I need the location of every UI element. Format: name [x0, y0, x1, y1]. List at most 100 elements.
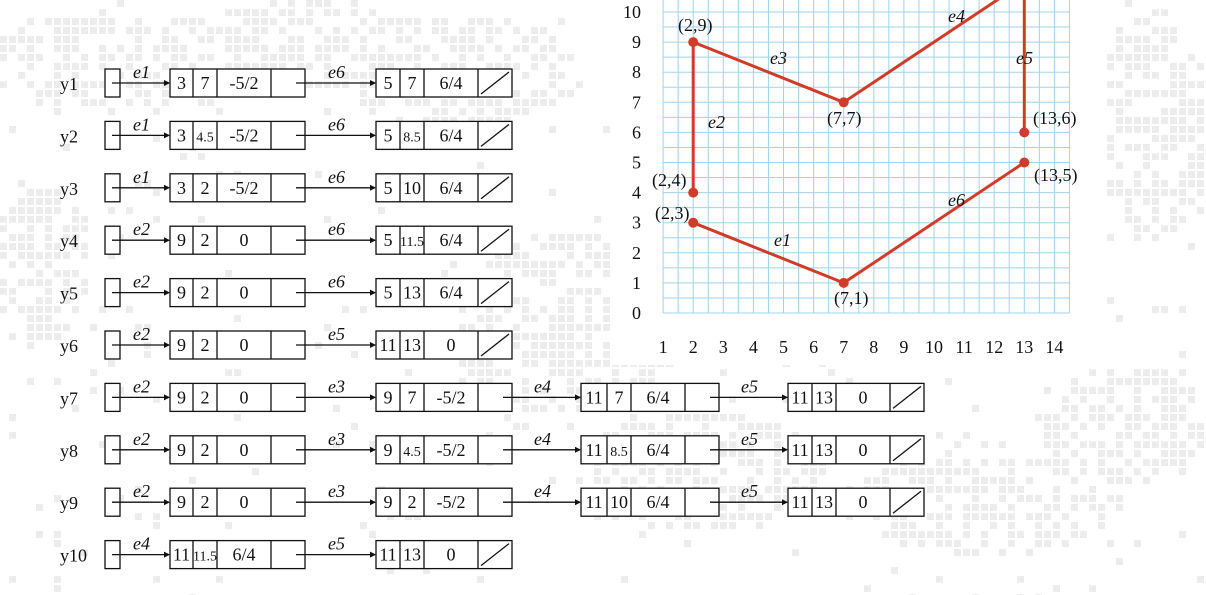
pointer-arrowhead — [370, 342, 376, 348]
node-cell-value: 7 — [615, 387, 624, 407]
node-cell-value: 6/4 — [646, 440, 669, 460]
node-cell-value: 11 — [379, 545, 396, 565]
node-cell-value: 6/4 — [232, 545, 255, 565]
edge-label: e2 — [133, 219, 150, 239]
node-cell-value: -5/2 — [437, 492, 466, 512]
node-cell-value: 6/4 — [646, 492, 669, 512]
node-cell-value: 2 — [201, 335, 210, 355]
vertex-label: (7,1) — [834, 288, 869, 309]
node-cell-value: -5/2 — [230, 125, 259, 145]
edge-label: e1 — [133, 114, 150, 134]
edge-label: e4 — [534, 429, 551, 449]
edge-label: e5 — [741, 481, 758, 501]
y-tick-label: 7 — [632, 92, 641, 112]
node-cell-value: 4.5 — [403, 445, 421, 460]
node-cell-value: 3 — [177, 73, 186, 93]
node-cell-value: -5/2 — [437, 440, 466, 460]
edge-node — [169, 277, 306, 308]
edge-label: e6 — [328, 167, 345, 187]
node-cell-value: 5 — [384, 125, 393, 145]
node-cell-value: 9 — [177, 387, 186, 407]
row-label: y2 — [60, 126, 78, 146]
node-cell-value: 5 — [384, 73, 393, 93]
node-cell-value: 6/4 — [439, 125, 462, 145]
node-cell-value: 11 — [379, 335, 396, 355]
node-cell-value: 7 — [408, 387, 417, 407]
pointer-arrowhead — [370, 184, 376, 191]
node-cell-value: 2 — [201, 178, 210, 198]
node-cell-value: 11 — [585, 440, 602, 460]
pointer-arrowhead — [164, 132, 170, 139]
x-tick-label: 7 — [839, 337, 848, 357]
pointer-arrowhead — [782, 446, 788, 453]
node-cell-value: 0 — [240, 492, 249, 512]
vertex-point — [688, 217, 699, 228]
edge-node — [169, 330, 306, 360]
edge-label: e6 — [328, 62, 345, 82]
x-tick-label: 5 — [779, 337, 788, 357]
node-cell-value: 6/4 — [439, 283, 462, 303]
node-cell-value: 0 — [859, 440, 868, 460]
node-cell-value: 10 — [403, 178, 421, 198]
y-tick-label: 8 — [632, 62, 641, 82]
node-cell-value: 9 — [177, 230, 186, 250]
x-tick-label: 9 — [899, 337, 908, 357]
pointer-arrowhead — [370, 289, 376, 296]
y-tick-label: 0 — [632, 303, 641, 323]
x-tick-label: 6 — [809, 337, 818, 357]
node-cell-value: 7 — [408, 73, 417, 93]
pointer-arrowhead — [164, 394, 170, 401]
pointer-arrowhead — [575, 394, 581, 401]
graph-edge-label: e6 — [948, 190, 965, 210]
edge-label: e4 — [534, 481, 551, 501]
pointer-arrowhead — [164, 499, 170, 506]
y-tick-label: 10 — [623, 2, 641, 22]
node-cell-value: 9 — [384, 492, 393, 512]
edge-label: e4 — [133, 534, 150, 554]
edge-label: e4 — [534, 376, 551, 396]
node-cell-value: 6/4 — [439, 178, 462, 198]
x-tick-label: 1 — [659, 337, 668, 357]
x-tick-label: 2 — [689, 337, 698, 357]
edge-label: e5 — [741, 429, 758, 449]
node-cell-value: 11 — [791, 440, 808, 460]
edge-label: e3 — [328, 481, 345, 501]
edge-node — [169, 487, 306, 517]
node-cell-value: 5 — [384, 178, 393, 198]
node-cell-value: 10 — [610, 492, 628, 512]
pointer-arrowhead — [164, 551, 170, 558]
node-cell-value: 11 — [791, 492, 808, 512]
edge-label: e5 — [328, 534, 345, 554]
node-cell-value: 13 — [403, 335, 421, 355]
x-tick-label: 14 — [1045, 337, 1063, 357]
node-cell-value: 13 — [403, 545, 421, 565]
edge-node — [169, 382, 306, 413]
node-cell-value: 6/4 — [646, 387, 669, 407]
row-label: y6 — [60, 336, 78, 356]
graph-edge-label: e5 — [1016, 48, 1033, 68]
vertex-point — [838, 277, 849, 288]
node-cell-value: 2 — [201, 387, 210, 407]
y-tick-label: 6 — [632, 122, 641, 142]
pointer-arrowhead — [164, 342, 170, 348]
y-tick-label: 2 — [632, 243, 641, 263]
node-cell-value: 5 — [384, 283, 393, 303]
y-tick-label: 5 — [632, 153, 641, 173]
row-label: y7 — [60, 388, 78, 408]
node-cell-value: 9 — [177, 492, 186, 512]
edge-label: e5 — [741, 376, 758, 396]
node-cell-value: 11 — [585, 387, 602, 407]
y-tick-label: 9 — [632, 32, 641, 52]
pointer-arrowhead — [164, 446, 170, 453]
vertex-point — [1019, 127, 1030, 138]
node-cell-value: 0 — [447, 545, 456, 565]
edge-label: e6 — [328, 272, 345, 292]
node-cell-value: 9 — [177, 283, 186, 303]
pointer-arrowhead — [164, 184, 170, 191]
node-cell-value: 3 — [177, 178, 186, 198]
node-cell-value: 7 — [201, 73, 210, 93]
vertex-label: (13,6) — [1033, 108, 1077, 129]
y-tick-label: 1 — [632, 273, 641, 293]
node-cell-value: 0 — [240, 335, 249, 355]
node-cell-value: 2 — [201, 283, 210, 303]
